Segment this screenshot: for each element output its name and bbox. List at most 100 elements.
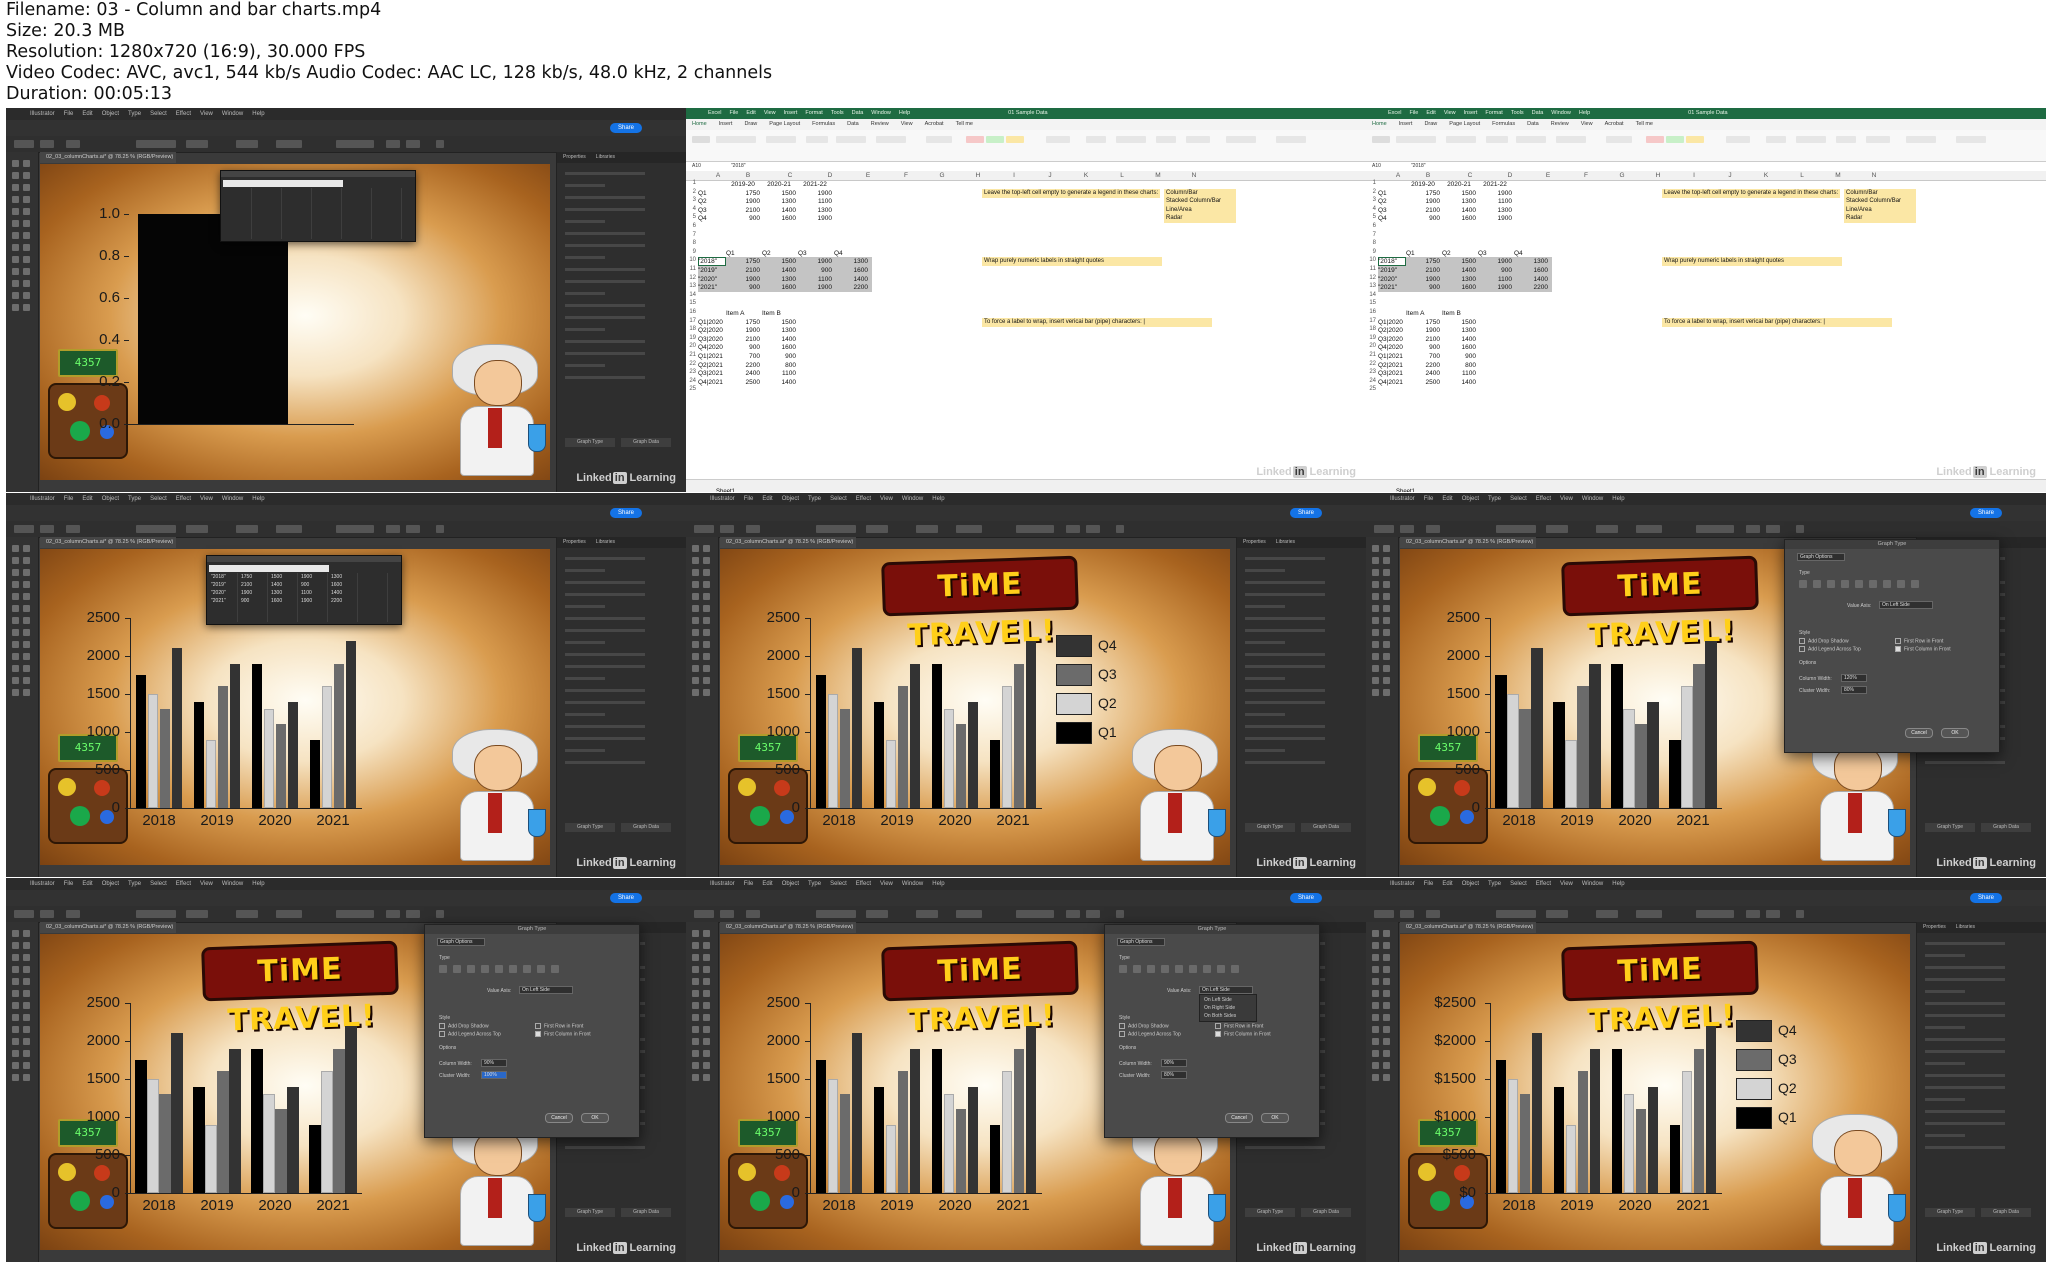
tool-icon[interactable] [1383,1062,1390,1069]
tool-icon[interactable] [23,653,30,660]
tool-icon[interactable] [12,280,19,287]
tool-icon[interactable] [1372,665,1379,672]
bar-2018-q3[interactable] [159,1094,171,1193]
graph-data-window[interactable]: "2018" 1750 1500 1900 1300 "2019" 2100 1400 900 1… [206,555,402,625]
document-tab[interactable]: 02_03_columnCharts.ai* @ 78.25 % (RGB/Pr… [40,537,176,548]
tool-icon[interactable] [1383,1038,1390,1045]
row-header[interactable]: 8 [686,240,696,246]
bar-2018-q4[interactable] [852,648,862,808]
panel-control[interactable] [565,208,645,211]
menu-item-type[interactable]: Type [128,881,141,887]
cell[interactable]: Q4 [1378,214,1404,223]
tool-icon[interactable] [703,1026,710,1033]
ribbon-control[interactable] [926,136,952,143]
panel-control[interactable] [565,352,645,355]
tool-icon[interactable] [1383,593,1390,600]
bar-2020-q4[interactable] [1648,1086,1658,1193]
cell[interactable]: 1400 [1442,378,1476,387]
bar-2021-q1[interactable] [990,739,1000,808]
control-field[interactable] [694,525,714,533]
tool-icon[interactable] [692,569,699,576]
graph-type-icon[interactable] [1119,965,1127,973]
control-field[interactable] [1400,525,1414,533]
row-header[interactable]: 4 [1366,206,1376,212]
bar-2020-q3[interactable] [956,724,966,808]
tool-icon[interactable] [692,990,699,997]
panel-control[interactable] [565,737,645,740]
ribbon-control[interactable] [1866,136,1890,143]
panel-tab-properties[interactable]: Properties [1243,539,1266,545]
ribbon-tab-view[interactable]: View [1581,121,1593,127]
ribbon-control[interactable] [1372,136,1390,143]
add-legend-across-top-checkbox[interactable]: Add Legend Across Top [1119,1031,1181,1037]
tool-icon[interactable] [1372,930,1379,937]
row-header[interactable]: 21 [1366,352,1376,358]
column-header-g[interactable]: G [1604,171,1640,180]
data-cell[interactable]: 2100 [241,582,252,588]
graph-type-icon[interactable] [1231,965,1239,973]
ribbon-tab-view[interactable]: View [901,121,913,127]
bar-2021-q4[interactable] [345,1025,357,1193]
tool-icon[interactable] [1372,966,1379,973]
bar-2021-q2[interactable] [1682,1071,1692,1193]
cancel-button[interactable]: Cancel [1905,728,1933,738]
control-field[interactable] [1086,910,1100,918]
bar-2018-q1[interactable] [1496,1060,1506,1193]
bar-2020-q2[interactable] [264,709,274,808]
bar-2018-q1[interactable] [136,675,146,808]
column-header-b[interactable]: B [1410,171,1446,180]
tool-icon[interactable] [703,593,710,600]
checkbox-box[interactable] [1119,1031,1125,1037]
panel-control[interactable] [565,256,605,259]
quick-action-graph-type-button[interactable]: Graph Type [1925,823,1975,832]
control-field[interactable] [40,910,54,918]
row-header[interactable]: 12 [686,275,696,281]
control-field[interactable] [1496,910,1536,918]
menu-item-format[interactable]: Format [1485,110,1502,116]
tool-icon[interactable] [703,605,710,612]
panel-control[interactable] [565,665,645,668]
panel-control[interactable] [1245,557,1325,560]
tool-icon[interactable] [703,978,710,985]
cluster-width-input[interactable]: 80% [1161,1071,1187,1079]
tool-icon[interactable] [12,641,19,648]
tool-icon[interactable] [1372,677,1379,684]
tool-icon[interactable] [12,1062,19,1069]
ribbon-tab-draw[interactable]: Draw [1424,121,1437,127]
bar-2019-q1[interactable] [194,701,204,808]
graph-type-icon[interactable] [1827,580,1835,588]
quick-action-graph-data-button[interactable]: Graph Data [621,438,671,447]
tool-icon[interactable] [703,1074,710,1081]
menu-item-file[interactable]: File [1424,496,1434,502]
panel-control[interactable] [565,1146,645,1149]
row-header[interactable]: 5 [686,214,696,220]
tool-icon[interactable] [692,954,699,961]
data-cell[interactable]: 2200 [331,598,342,604]
tool-icon[interactable] [692,641,699,648]
bar-2019-q2[interactable] [886,739,896,808]
menu-item-type[interactable]: Type [808,881,821,887]
ribbon-control[interactable] [966,136,984,143]
bar-2020-q1[interactable] [1611,663,1623,808]
column-header-f[interactable]: F [888,171,924,180]
data-cell[interactable]: 900 [301,582,309,588]
graph-type-icon[interactable] [1841,580,1849,588]
ribbon-control[interactable] [1186,136,1210,143]
row-header[interactable]: 2 [1366,189,1376,195]
menu-item-edit[interactable]: Edit [762,496,772,502]
bar-2018-q2[interactable] [828,694,838,808]
add-drop-shadow-checkbox[interactable]: Add Drop Shadow [439,1023,489,1029]
share-button[interactable]: Share [610,123,642,133]
tool-icon[interactable] [1383,978,1390,985]
tool-icon[interactable] [12,184,19,191]
graph-type-icon[interactable] [1189,965,1197,973]
tool-icon[interactable] [1372,653,1379,660]
menu-item-illustrator[interactable]: Illustrator [30,111,55,117]
ribbon-tab-page-layout[interactable]: Page Layout [769,121,800,127]
tool-icon[interactable] [1383,665,1390,672]
tool-icon[interactable] [23,160,30,167]
tool-icon[interactable] [1372,569,1379,576]
tool-icon[interactable] [1383,605,1390,612]
bar-2021-q3[interactable] [1694,1048,1704,1193]
bar-2020-q3[interactable] [956,1109,966,1193]
